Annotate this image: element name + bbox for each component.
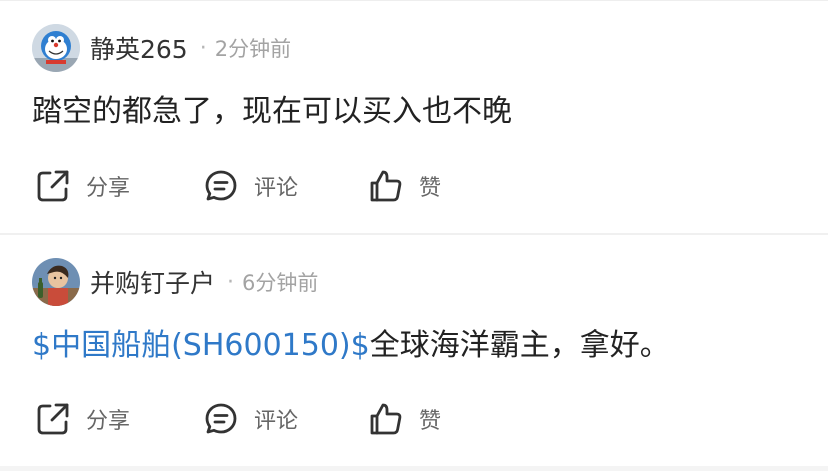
share-icon [34,400,72,438]
thumbs-up-icon [367,400,405,438]
comment-label: 评论 [254,176,299,201]
meta-separator: · [227,269,235,295]
stock-link[interactable]: $中国船舶(SH600150)$ [32,328,370,363]
avatar-image [32,24,80,72]
post-content[interactable]: 踏空的都急了，现在可以买入也不晚 [32,92,512,132]
comment-button[interactable]: 评论 [202,399,298,439]
post-header: 并购钉子户 · 6分钟前 [32,257,318,307]
post-item: 并购钉子户 · 6分钟前 $中国船舶(SH600150)$全球海洋霸主，拿好。 … [0,233,828,471]
post-content[interactable]: $中国船舶(SH600150)$全球海洋霸主，拿好。 [32,326,670,366]
bottom-divider [0,466,828,471]
share-label: 分享 [86,409,131,434]
avatar-image [32,258,80,306]
like-button[interactable]: 赞 [367,399,441,439]
action-bar: 分享 评论 赞 [34,399,534,439]
post-text: 全球海洋霸主，拿好。 [369,328,670,363]
share-button[interactable]: 分享 [34,166,130,206]
like-label: 赞 [419,176,442,201]
thumbs-up-icon [367,167,405,205]
username[interactable]: 静英265 [90,30,188,66]
post-time: 2分钟前 [214,37,292,61]
action-bar: 分享 评论 赞 [34,166,534,206]
share-label: 分享 [86,176,131,201]
post-item: 静英265 · 2分钟前 踏空的都急了，现在可以买入也不晚 分享 评论 赞 [0,0,828,233]
share-button[interactable]: 分享 [34,399,130,439]
comment-button[interactable]: 评论 [202,166,298,206]
post-time: 6分钟前 [242,271,319,295]
avatar[interactable] [32,258,80,306]
post-text: 踏空的都急了，现在可以买入也不晚 [32,94,512,129]
username[interactable]: 并购钉子户 [90,264,215,300]
comment-feed: 静英265 · 2分钟前 踏空的都急了，现在可以买入也不晚 分享 评论 赞 并购… [0,0,828,471]
comment-icon [202,400,240,438]
share-icon [34,167,72,205]
like-label: 赞 [419,409,442,434]
comment-label: 评论 [254,409,299,434]
post-header: 静英265 · 2分钟前 [32,23,291,73]
avatar[interactable] [32,24,80,72]
comment-icon [202,167,240,205]
like-button[interactable]: 赞 [367,166,441,206]
meta-separator: · [199,35,207,61]
